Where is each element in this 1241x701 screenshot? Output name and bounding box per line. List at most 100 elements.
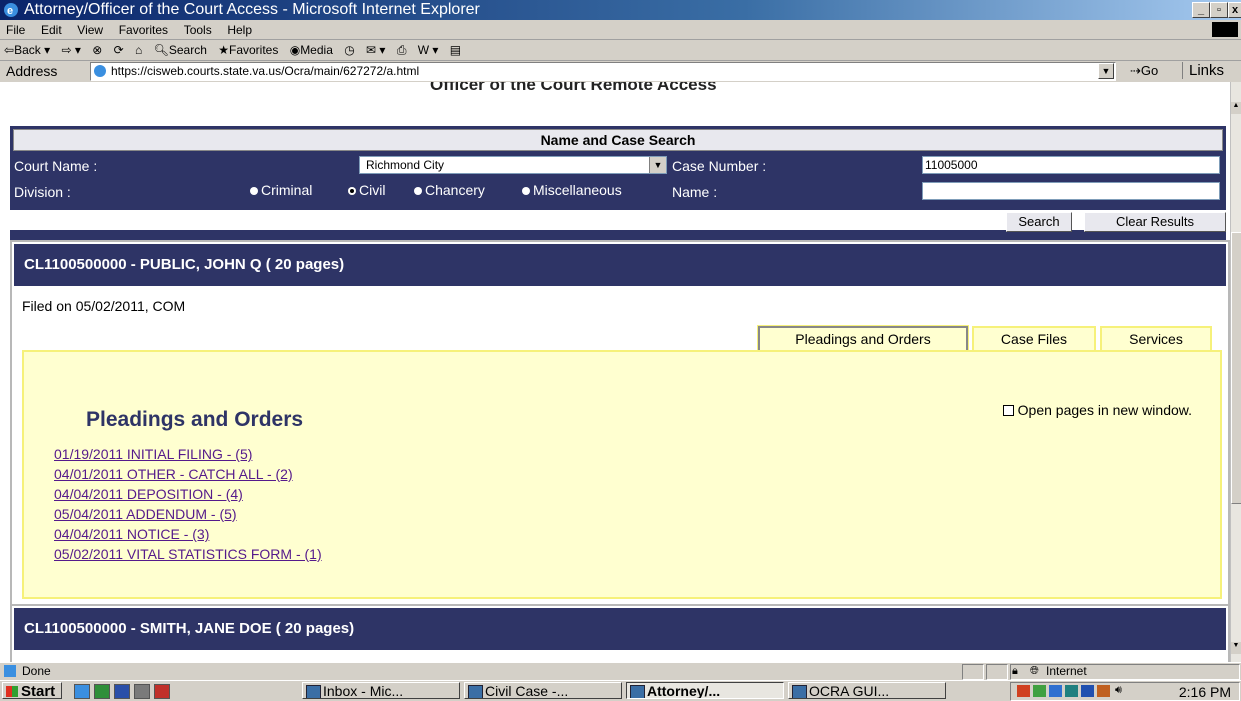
tray-icon[interactable] [1097, 685, 1110, 697]
back-button[interactable]: ⇦Back ▾ [0, 40, 54, 57]
tab-services[interactable]: Services [1100, 326, 1212, 352]
links-button[interactable]: Links [1182, 62, 1224, 79]
discuss-icon[interactable]: ▤ [446, 40, 465, 57]
division-label-chancery: Chancery [425, 182, 485, 198]
favorites-button[interactable]: ★Favorites [214, 40, 282, 57]
document-link[interactable]: 05/02/2011 VITAL STATISTICS FORM - (1) [54, 546, 322, 562]
document-link[interactable]: 04/04/2011 NOTICE - (3) [54, 526, 209, 542]
case-header[interactable]: CL1100500000 - PUBLIC, JOHN Q ( 20 pages… [14, 244, 1226, 286]
taskbar-button-civil-case[interactable]: Civil Case -... [464, 682, 622, 699]
back-label: Back [14, 43, 41, 57]
section-title: Pleadings and Orders [86, 408, 304, 431]
search-button[interactable]: 🔍︎Search [150, 40, 211, 57]
court-name-select[interactable]: Richmond City ▼ [359, 156, 667, 174]
desktop-quicklaunch-icon[interactable] [134, 684, 150, 699]
document-link[interactable]: 04/04/2011 DEPOSITION - (4) [54, 486, 243, 502]
globe-icon: 🌐︎ [1030, 665, 1039, 677]
search-label: Search [168, 43, 207, 57]
case-number-input[interactable]: 11005000 [922, 156, 1220, 174]
volume-icon[interactable]: 🔊︎ [1115, 684, 1122, 697]
taskbar-label: Civil Case -... [485, 683, 569, 699]
document-link[interactable]: 04/01/2011 OTHER - CATCH ALL - (2) [54, 466, 293, 482]
start-button[interactable]: Start [2, 682, 62, 700]
favorites-label: Favorites [229, 43, 279, 57]
division-label-criminal: Criminal [261, 182, 313, 198]
home-icon[interactable]: ⌂ [131, 40, 146, 57]
menu-view[interactable]: View [71, 20, 109, 37]
radio-icon [522, 187, 530, 195]
info-icon[interactable] [1081, 685, 1094, 697]
case-filed-text: Filed on 05/02/2011, COM [22, 298, 186, 314]
menu-edit[interactable]: Edit [35, 20, 68, 37]
forward-button[interactable]: ⇨ ▾ [57, 40, 84, 57]
status-bar: Done 🔒︎ 🌐︎ Internet [0, 662, 1241, 680]
division-radio-criminal[interactable]: Criminal [250, 182, 312, 198]
print-icon[interactable]: ⎙ [393, 40, 411, 58]
case-number-value: 11005000 [925, 158, 978, 172]
document-link[interactable]: 01/19/2011 INITIAL FILING - (5) [54, 446, 252, 462]
division-radio-miscellaneous[interactable]: Miscellaneous [522, 182, 622, 198]
division-label-civil: Civil [359, 182, 386, 198]
outlook-icon [306, 685, 321, 698]
tray-icon[interactable] [1065, 685, 1078, 697]
document-link[interactable]: 05/04/2011 ADDENDUM - (5) [54, 506, 237, 522]
open-new-window-checkbox[interactable]: Open pages in new window. [1002, 402, 1192, 418]
windows-logo-icon [6, 686, 18, 697]
mail-icon[interactable]: ✉ ▾ [362, 40, 389, 57]
ie-quicklaunch-icon[interactable] [74, 684, 90, 699]
scroll-up-icon[interactable]: ▲ [1231, 102, 1241, 114]
excel-quicklaunch-icon[interactable] [94, 684, 110, 699]
taskbar-button-ocra-gui[interactable]: OCRA GUI... [788, 682, 946, 699]
scroll-down-icon[interactable]: ▼ [1231, 642, 1241, 654]
taskbar-label: Inbox - Mic... [323, 683, 404, 699]
history-icon[interactable]: ◷ [340, 40, 358, 57]
menu-help[interactable]: Help [221, 20, 258, 37]
go-button[interactable]: ⇢Go [1130, 63, 1158, 79]
ie-icon [468, 685, 483, 698]
close-button[interactable]: x [1228, 2, 1241, 18]
search-submit-button[interactable]: Search [1006, 212, 1072, 232]
tray-icon[interactable] [1049, 685, 1062, 697]
vertical-scrollbar[interactable]: ▲ ▼ [1230, 82, 1241, 662]
page-content: Officer of the Court Remote Access Name … [0, 82, 1230, 662]
ie-logo-icon: e [4, 3, 18, 17]
status-cell [962, 664, 984, 680]
window-title-bar: e Attorney/Officer of the Court Access -… [0, 0, 1241, 20]
division-radio-chancery[interactable]: Chancery [414, 182, 485, 198]
stop-icon[interactable]: ⊗ [88, 40, 106, 57]
tray-icon[interactable] [1033, 685, 1046, 697]
page-done-icon [4, 665, 16, 677]
address-input[interactable]: https://cisweb.courts.state.va.us/Ocra/m… [90, 62, 1116, 81]
case-header[interactable]: CL1100500000 - SMITH, JANE DOE ( 20 page… [14, 608, 1226, 650]
tab-pleadings-and-orders[interactable]: Pleadings and Orders [757, 325, 969, 353]
taskbar-button-attorney[interactable]: Attorney/... [626, 682, 784, 699]
menu-file[interactable]: File [0, 20, 31, 37]
minimize-button[interactable]: _ [1192, 2, 1210, 18]
tray-icon[interactable] [1017, 685, 1030, 697]
division-radio-civil[interactable]: Civil [348, 182, 385, 198]
status-text: Done [22, 664, 51, 678]
address-label: Address [6, 63, 58, 79]
media-button[interactable]: ◉Media [286, 40, 337, 57]
system-tray: 🔊︎ 2:16 PM [1010, 682, 1240, 701]
name-input[interactable] [922, 182, 1220, 200]
powerpoint-quicklaunch-icon[interactable] [154, 684, 170, 699]
address-url: https://cisweb.courts.state.va.us/Ocra/m… [111, 64, 420, 78]
edit-icon[interactable]: W ▾ [414, 40, 443, 57]
svg-text:e: e [7, 5, 13, 17]
maximize-button[interactable]: ▫ [1210, 2, 1228, 18]
menu-bar: File Edit View Favorites Tools Help [0, 20, 1241, 40]
tab-case-files[interactable]: Case Files [972, 326, 1096, 352]
menu-tools[interactable]: Tools [178, 20, 218, 37]
address-dropdown-icon[interactable]: ▼ [1098, 63, 1114, 79]
search-panel-title: Name and Case Search [13, 129, 1223, 151]
menu-favorites[interactable]: Favorites [113, 20, 174, 37]
clear-results-button[interactable]: Clear Results [1084, 212, 1226, 232]
taskbar-label: OCRA GUI... [809, 683, 890, 699]
word-quicklaunch-icon[interactable] [114, 684, 130, 699]
division-label: Division : [14, 184, 71, 200]
security-zone: Internet [1046, 664, 1087, 678]
taskbar-button-inbox[interactable]: Inbox - Mic... [302, 682, 460, 699]
scroll-thumb[interactable] [1231, 232, 1241, 504]
refresh-icon[interactable]: ⟳ [110, 40, 128, 57]
